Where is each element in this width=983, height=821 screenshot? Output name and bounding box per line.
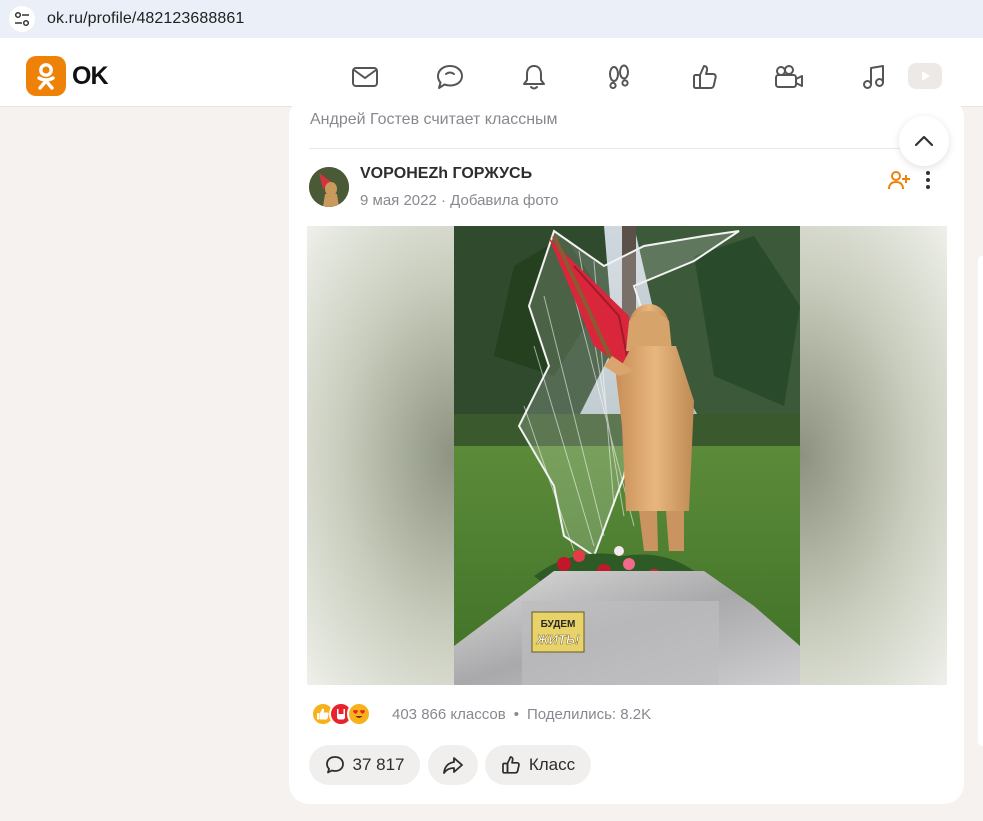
liked-by-text[interactable]: Андрей Гостев считает классным — [310, 111, 558, 129]
reaction-stats: 403 866 классов • Поделились: 8.2K — [392, 706, 651, 723]
sign-line-1: БУДЕМ — [541, 619, 576, 630]
share-button[interactable] — [428, 745, 478, 785]
stats-dot: • — [513, 706, 519, 723]
like-outline-icon — [502, 756, 520, 774]
post-date[interactable]: 9 мая 2022 — [360, 192, 437, 209]
shares-count[interactable]: Поделились: 8.2K — [527, 706, 651, 723]
site-settings-icon[interactable] — [9, 6, 35, 32]
photo-blur-left — [307, 226, 454, 685]
comments-count: 37 817 — [352, 755, 405, 774]
add-friend-icon[interactable] — [887, 168, 911, 192]
photo-blur-right — [800, 226, 947, 685]
bell-icon[interactable] — [518, 61, 550, 93]
class-button[interactable]: Класс — [485, 745, 591, 785]
card-divider — [309, 148, 947, 149]
post-meta: 9 мая 2022 · Добавила фото — [360, 192, 558, 209]
group-avatar[interactable] — [309, 167, 349, 207]
right-sidebar-edge — [978, 256, 983, 746]
share-icon — [443, 757, 463, 774]
play-icon[interactable] — [908, 63, 942, 89]
ok-logo[interactable]: OK — [26, 56, 108, 96]
chat-icon[interactable] — [434, 61, 466, 93]
chevron-up-icon — [914, 135, 934, 147]
mail-icon[interactable] — [349, 61, 381, 93]
url-text[interactable]: ok.ru/profile/482123688861 — [47, 10, 244, 28]
music-icon[interactable] — [858, 61, 890, 93]
browser-address-bar: ok.ru/profile/482123688861 — [0, 0, 983, 38]
video-camera-icon[interactable] — [773, 61, 805, 93]
comments-button[interactable]: 37 817 — [309, 745, 420, 785]
post-photo[interactable]: БУДЕМ ЖИТЬ! — [307, 226, 947, 685]
reactions-group[interactable] — [311, 702, 371, 726]
comment-icon — [325, 756, 344, 774]
more-options-icon[interactable] — [917, 168, 939, 192]
monument-photo: БУДЕМ ЖИТЬ! — [454, 226, 800, 685]
heart-eyes-reaction-icon — [347, 702, 371, 726]
footprints-icon[interactable] — [603, 61, 635, 93]
feed-post-card: Андрей Гостев считает классным VOPOHEZh … — [289, 97, 964, 804]
group-name[interactable]: VOPOHEZh ГОРЖУСЬ — [360, 165, 532, 183]
scroll-up-button[interactable] — [899, 116, 949, 166]
sign-line-2: ЖИТЬ! — [536, 632, 581, 647]
like-icon[interactable] — [689, 61, 721, 93]
classes-count[interactable]: 403 866 классов — [392, 706, 506, 723]
logo-text: OK — [72, 61, 108, 90]
toolbar-separator — [0, 38, 983, 46]
meta-separator: · — [436, 192, 451, 209]
post-action: Добавила фото — [450, 192, 559, 209]
ok-logo-icon — [26, 56, 66, 96]
class-label: Класс — [528, 755, 576, 774]
